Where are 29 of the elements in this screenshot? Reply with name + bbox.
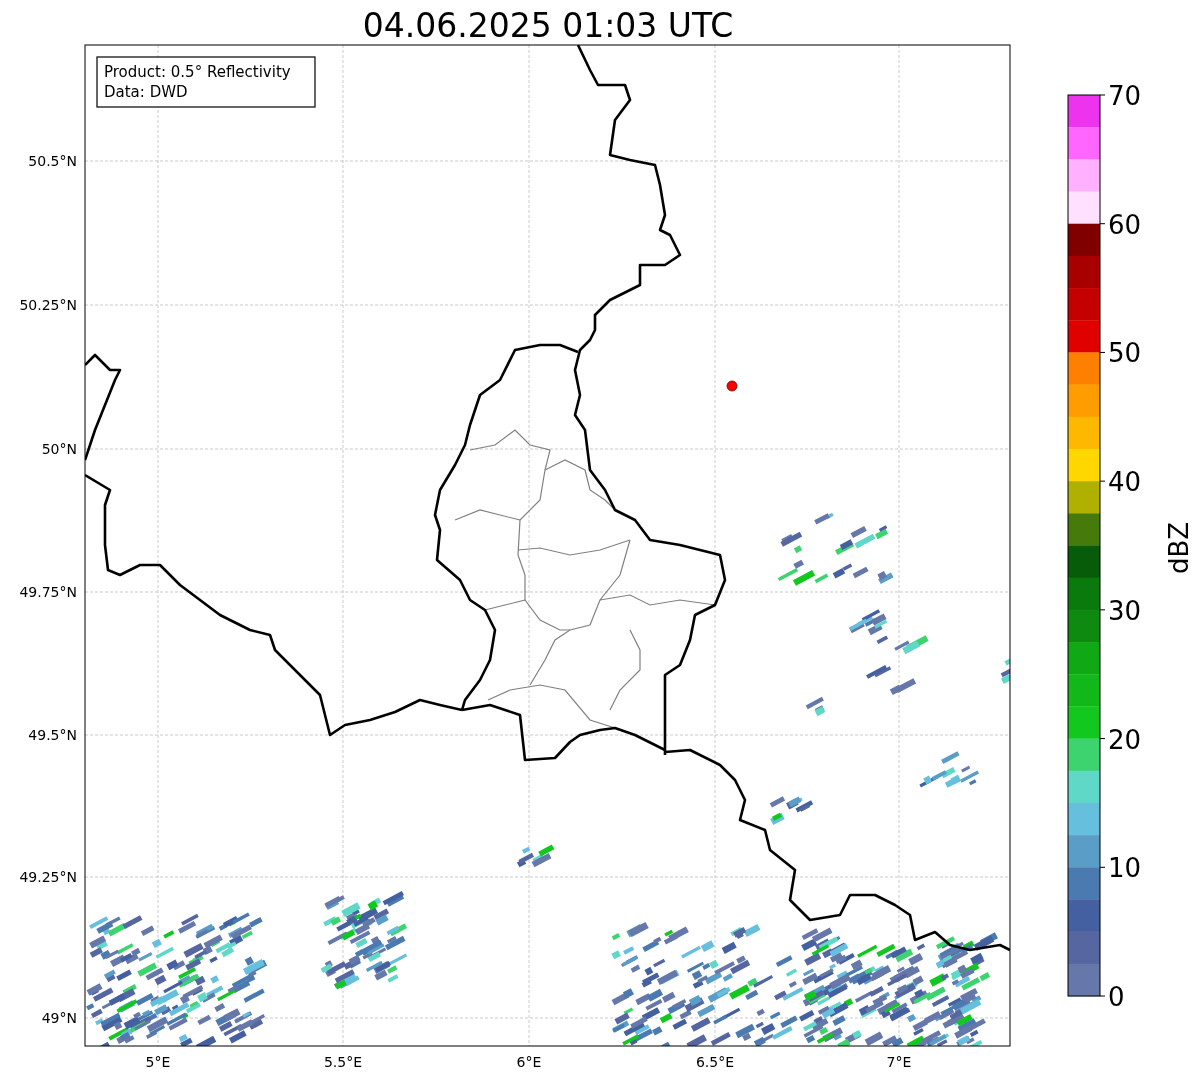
precipitation-echo: [769, 796, 814, 825]
colorbar-tick-label: 60: [1108, 209, 1142, 240]
latitude-label: 50°N: [41, 441, 77, 457]
longitude-label: 5°E: [145, 1054, 171, 1070]
longitude-label: 6°E: [516, 1054, 542, 1070]
latitude-label: 50.5°N: [28, 153, 77, 169]
info-text: Product: 0.5° Reflectivity: [104, 63, 291, 81]
latitude-label: 49.25°N: [19, 869, 77, 885]
precipitation-echo: [805, 696, 826, 717]
latitude-label: 49°N: [41, 1010, 77, 1026]
longitude-label: 5.5°E: [323, 1054, 363, 1070]
latitude-label: 49.5°N: [28, 727, 77, 743]
colorbar-label: dBZ: [1164, 521, 1194, 575]
colorbar-tick-label: 0: [1108, 982, 1125, 1012]
colorbar-tick-label: 70: [1108, 81, 1142, 111]
precipitation-echo: [516, 844, 555, 868]
colorbar-tick-label: 30: [1108, 595, 1142, 626]
colorbar-tick-label: 40: [1108, 467, 1142, 498]
latitude-label: 49.75°N: [19, 584, 77, 600]
colorbar-tick-label: 20: [1108, 724, 1142, 755]
precipitation-echo: [919, 751, 980, 788]
latitude-label: 50.25°N: [19, 297, 77, 313]
colorbar-tick-label: 50: [1108, 338, 1142, 369]
info-text: Data: DWD: [104, 83, 188, 101]
longitude-label: 6.5°E: [695, 1054, 735, 1070]
precipitation-echo: [1000, 656, 1010, 685]
colorbar-tick-label: 10: [1108, 853, 1142, 884]
chart-title: 04.06.2025 01:03 UTC: [362, 6, 734, 45]
longitude-label: 7°E: [886, 1054, 912, 1070]
